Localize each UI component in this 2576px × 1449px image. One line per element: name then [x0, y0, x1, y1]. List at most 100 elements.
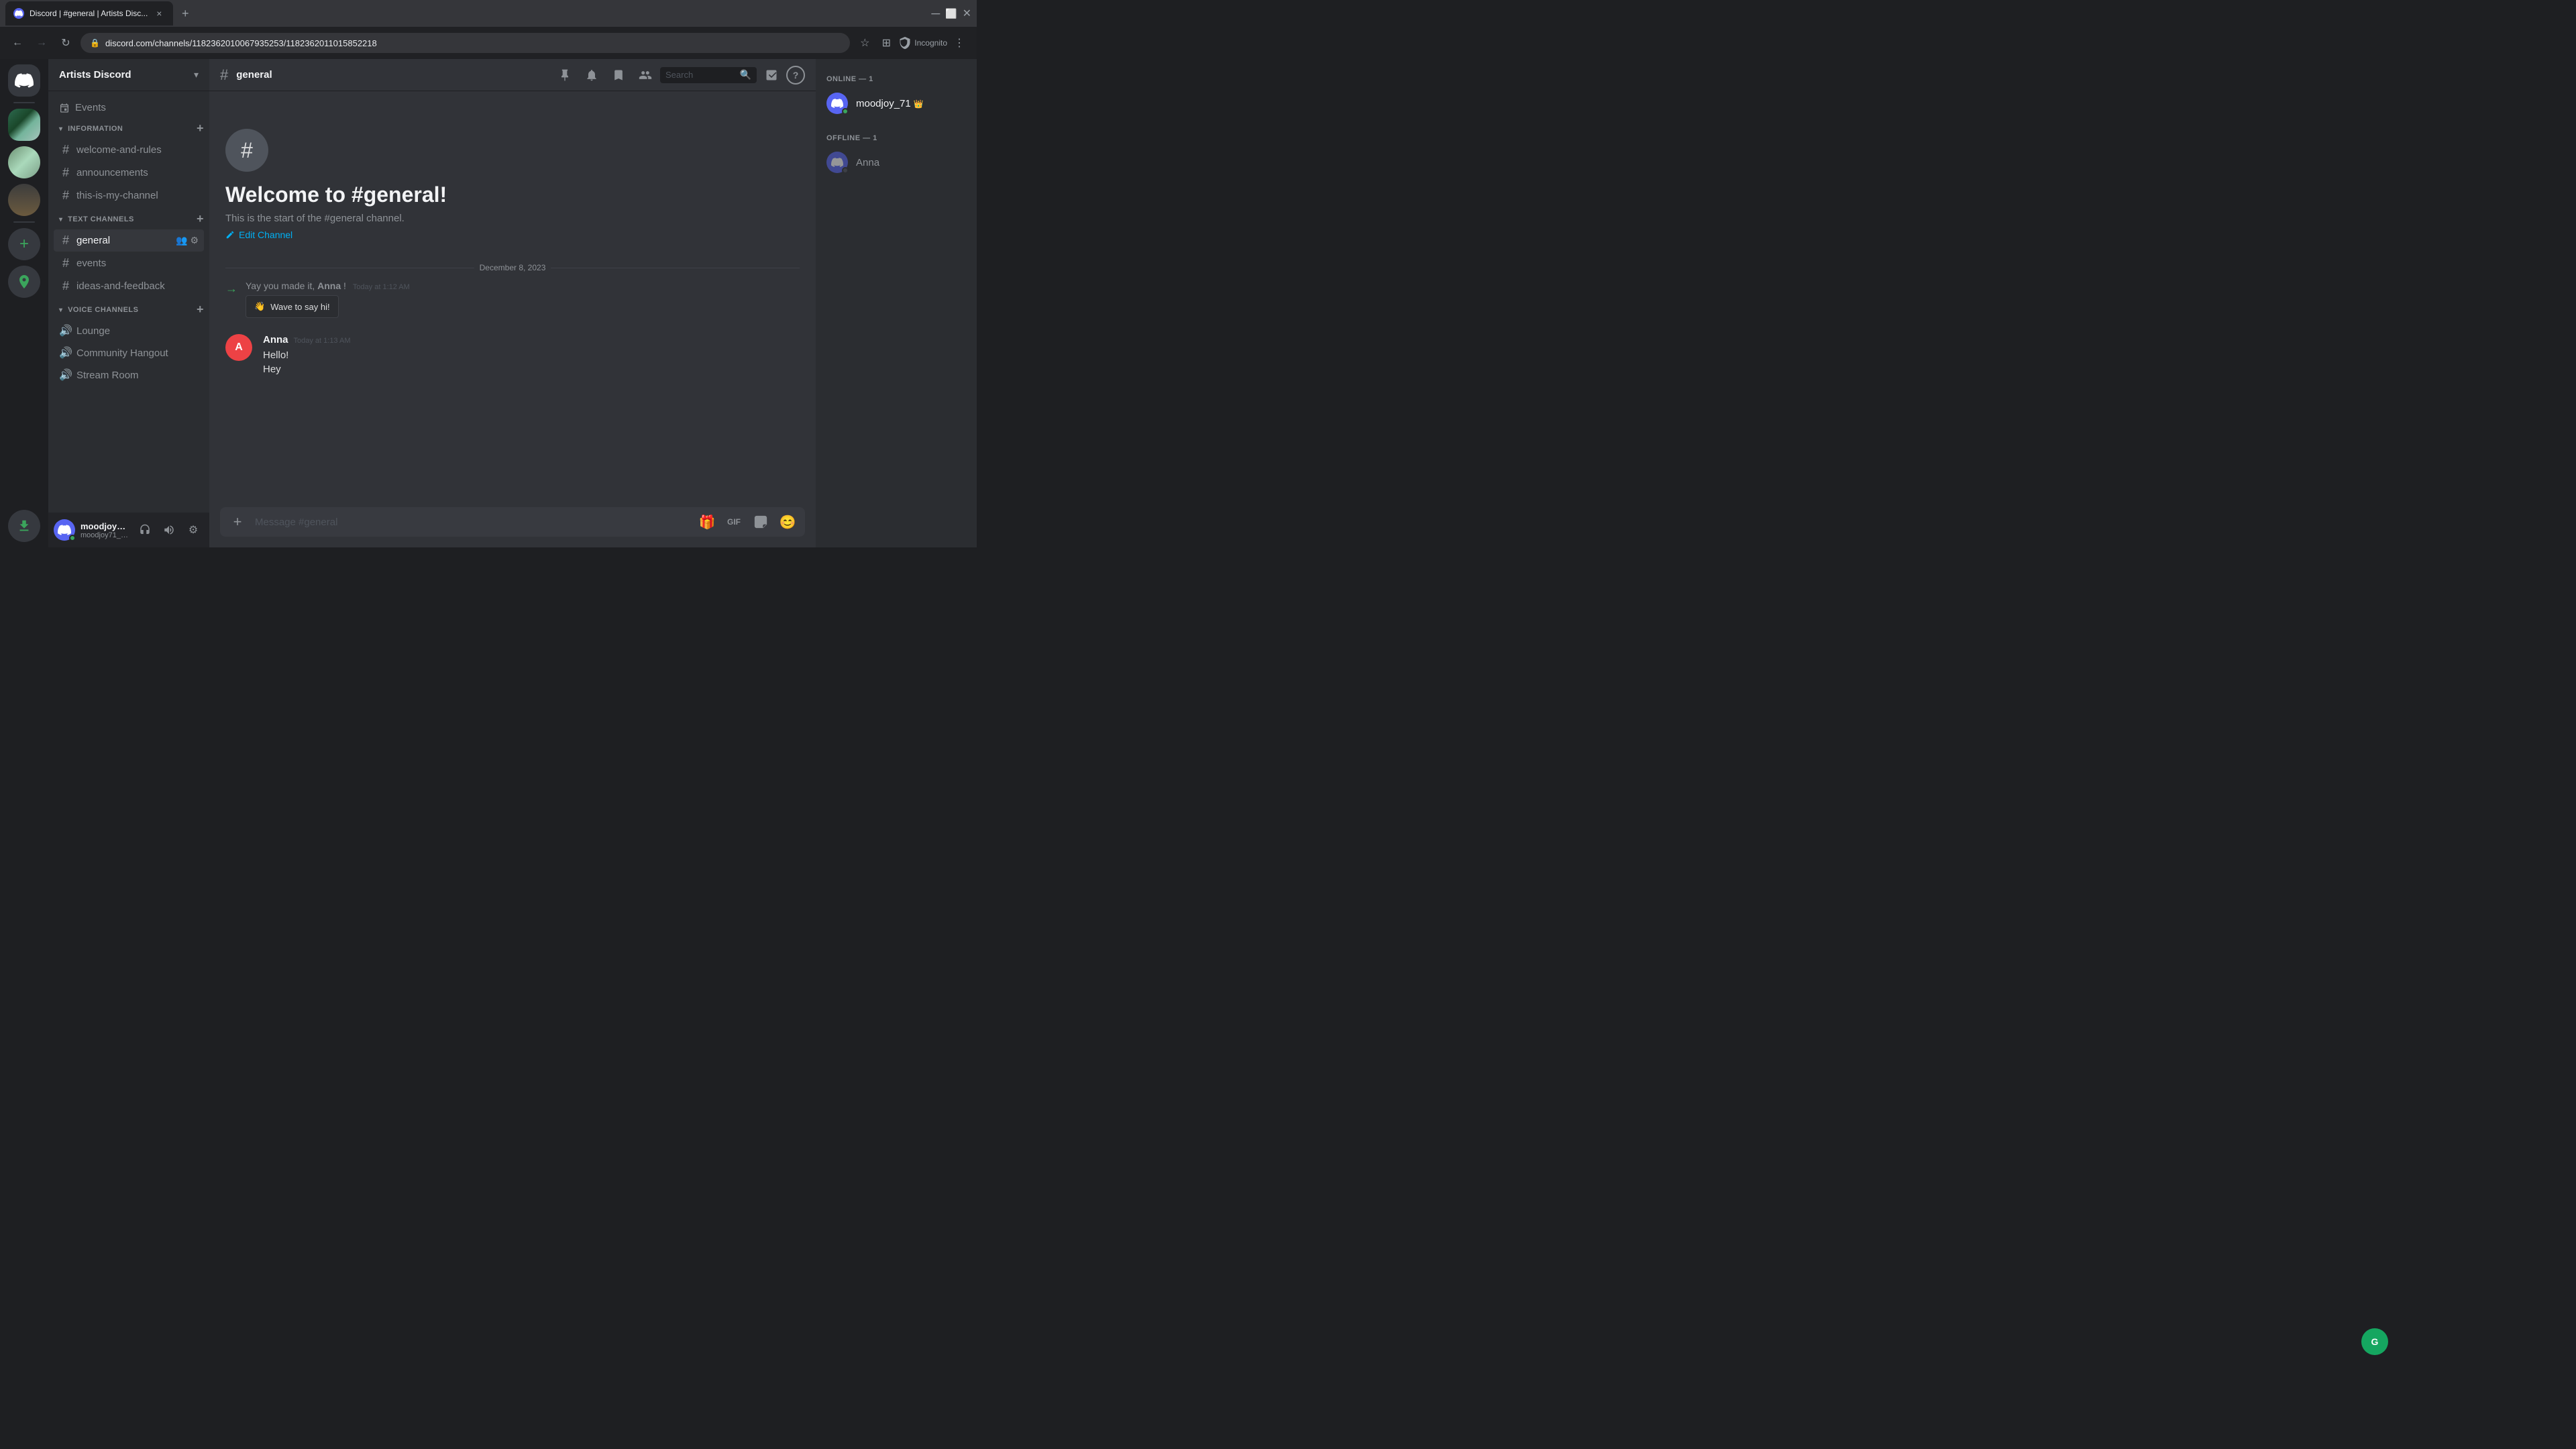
notification-settings-btn[interactable] [580, 63, 604, 87]
events-icon [59, 103, 70, 113]
add-member-icon[interactable]: 👥 [176, 235, 187, 246]
channel-header: # general Search 🔍 [209, 59, 816, 91]
user-tag: moodjoy71_0... [80, 531, 129, 539]
channel-this-is-my-channel[interactable]: # this-is-my-channel [54, 184, 204, 207]
tab-close-btn[interactable]: × [153, 7, 165, 19]
extension-btn[interactable]: ⊞ [877, 34, 896, 52]
text-channels-section: ▾ TEXT CHANNELS + # general 👥 ⚙ # events [48, 209, 209, 297]
active-tab[interactable]: Discord | #general | Artists Disc... × [5, 1, 173, 25]
voice-channels-category[interactable]: ▾ VOICE CHANNELS + [48, 300, 209, 319]
add-attachment-btn[interactable]: + [225, 510, 250, 534]
channel-welcome-and-rules[interactable]: # welcome-and-rules [54, 139, 204, 161]
close-btn[interactable]: ✕ [963, 7, 971, 20]
channel-ideas-and-feedback[interactable]: # ideas-and-feedback [54, 275, 204, 297]
text-channels-category[interactable]: ▾ TEXT CHANNELS + [48, 209, 209, 229]
server-name: Artists Discord [59, 69, 131, 80]
system-message-content: Yay you made it, Anna ! Today at 1:12 AM… [246, 280, 410, 318]
edit-channel-btn[interactable]: Edit Channel [225, 229, 292, 240]
messages-area[interactable]: # Welcome to #general! This is the start… [209, 91, 816, 507]
hash-icon-general: # [59, 233, 72, 248]
new-tab-btn[interactable]: + [176, 4, 195, 23]
voice-channels-arrow: ▾ [59, 307, 63, 314]
channel-name-my-channel: this-is-my-channel [76, 190, 199, 201]
server-sidebar: + [0, 59, 48, 547]
anna-message-line-1: Hello! [263, 348, 800, 362]
user-status-dot [69, 535, 76, 541]
system-message-join: → Yay you made it, Anna ! Today at 1:12 … [209, 278, 816, 321]
events-item[interactable]: Events [48, 97, 209, 119]
information-category[interactable]: ▾ INFORMATION + [48, 119, 209, 138]
channel-search[interactable]: Search 🔍 [660, 67, 757, 83]
member-moodjoy[interactable]: moodjoy_71👑 [821, 89, 971, 118]
channel-general[interactable]: # general 👥 ⚙ [54, 229, 204, 252]
download-app-btn[interactable] [8, 510, 40, 542]
offline-section-title: OFFLINE — 1 [821, 129, 971, 145]
server-icon-3[interactable] [8, 184, 40, 216]
member-anna[interactable]: Anna [821, 148, 971, 177]
user-info: moodjoy_71 moodjoy71_0... [80, 521, 129, 539]
help-btn[interactable]: ? [786, 66, 805, 85]
server-icon-1[interactable] [8, 109, 40, 141]
settings-icon[interactable]: ⚙ [190, 235, 199, 246]
reload-btn[interactable]: ↻ [56, 34, 75, 52]
voice-lounge[interactable]: 🔊 Lounge [54, 320, 204, 341]
sticker-btn[interactable] [749, 510, 773, 534]
lock-icon: 🔒 [90, 38, 100, 48]
information-add-btn[interactable]: + [197, 121, 204, 136]
server-icon-2[interactable] [8, 146, 40, 178]
voice-channels-label: VOICE CHANNELS [68, 306, 138, 314]
maximize-btn[interactable]: ⬜ [945, 8, 957, 19]
gif-btn[interactable]: GIF [722, 510, 746, 534]
speaker-icon-lounge: 🔊 [59, 324, 72, 337]
members-sidebar: ONLINE — 1 moodjoy_71👑 OFFLINE — 1 Anna [816, 59, 977, 547]
deafen-btn[interactable] [158, 519, 180, 541]
bookmark-star-btn[interactable]: ☆ [855, 34, 874, 52]
anna-message-line-2: Hey [263, 362, 800, 376]
message-input[interactable] [255, 517, 690, 528]
forward-btn[interactable]: → [32, 34, 51, 52]
join-arrow-icon: → [225, 282, 237, 296]
server-separator-2 [13, 221, 35, 223]
channel-announcements[interactable]: # announcements [54, 162, 204, 184]
general-channel-actions: 👥 ⚙ [176, 235, 199, 246]
discord-home-icon[interactable] [8, 64, 40, 97]
pin-messages-btn[interactable] [553, 63, 577, 87]
text-channels-add-btn[interactable]: + [197, 212, 204, 226]
server-header[interactable]: Artists Discord ▾ [48, 59, 209, 91]
wave-button[interactable]: 👋 Wave to say hi! [246, 295, 339, 318]
header-actions: Search 🔍 ? [553, 63, 805, 87]
channel-header-name: general [236, 69, 272, 80]
gift-btn[interactable]: 🎁 [695, 510, 719, 534]
minimize-btn[interactable]: ─ [931, 7, 940, 21]
voice-stream-room[interactable]: 🔊 Stream Room [54, 364, 204, 386]
channel-list: Events ▾ INFORMATION + # welcome-and-rul… [48, 91, 209, 513]
crown-icon: 👑 [914, 99, 924, 109]
anna-member-avatar [826, 152, 848, 173]
speaker-icon-stream: 🔊 [59, 368, 72, 382]
hash-icon-my-channel: # [59, 189, 72, 203]
members-list-btn[interactable] [633, 63, 657, 87]
bookmarks-btn[interactable] [606, 63, 631, 87]
settings-btn[interactable]: ⚙ [182, 519, 204, 541]
menu-btn[interactable]: ⋮ [950, 34, 969, 52]
anna-avatar[interactable]: A [225, 334, 252, 361]
events-label: Events [75, 102, 106, 113]
user-avatar[interactable] [54, 519, 75, 541]
voice-channel-lounge: Lounge [76, 325, 199, 337]
grammarly-badge[interactable]: G [2361, 1328, 2388, 1355]
anna-message-content: Anna Today at 1:13 AM Hello! Hey [263, 334, 800, 376]
address-bar[interactable]: 🔒 discord.com/channels/11823620100679352… [80, 33, 850, 53]
discover-servers-btn[interactable] [8, 266, 40, 298]
mute-btn[interactable] [134, 519, 156, 541]
voice-channels-add-btn[interactable]: + [197, 303, 204, 317]
add-server-btn[interactable]: + [8, 228, 40, 260]
edit-channel-label: Edit Channel [239, 229, 292, 240]
inbox-btn[interactable] [759, 63, 784, 87]
voice-channel-stream: Stream Room [76, 370, 199, 381]
back-btn[interactable]: ← [8, 34, 27, 52]
channel-events[interactable]: # events [54, 252, 204, 274]
anna-message-header: Anna Today at 1:13 AM [263, 334, 800, 345]
anna-message-time: Today at 1:13 AM [294, 337, 351, 345]
emoji-btn[interactable]: 😊 [775, 510, 800, 534]
voice-community-hangout[interactable]: 🔊 Community Hangout [54, 342, 204, 364]
